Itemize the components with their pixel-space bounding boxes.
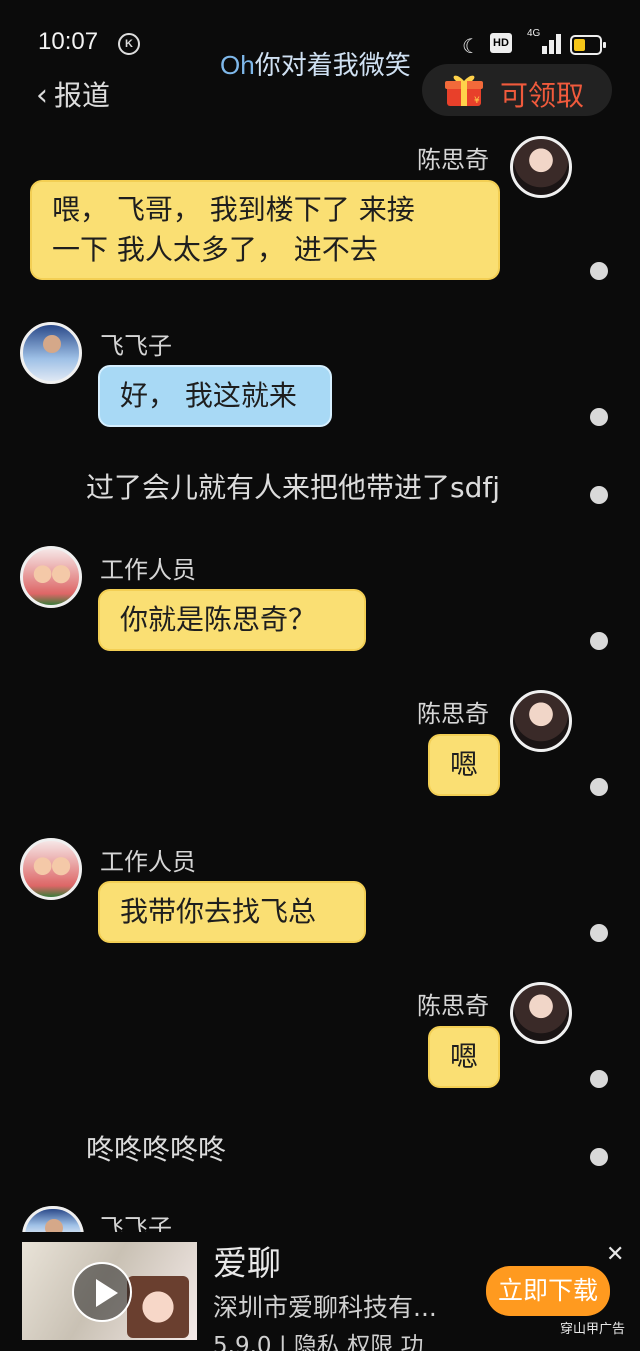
sender-name: 工作人员	[100, 556, 196, 584]
network-type: 4G	[527, 28, 541, 39]
read-status-dot	[590, 486, 608, 504]
avatar[interactable]	[20, 838, 82, 900]
message-bubble[interactable]: 我带你去找飞总	[98, 881, 366, 943]
close-icon[interactable]: ✕	[606, 1242, 624, 1267]
ad-thumbnail[interactable]	[22, 1242, 197, 1340]
download-button[interactable]: 立即下载	[486, 1266, 610, 1316]
read-status-dot	[590, 408, 608, 426]
hd-icon: HD	[490, 33, 512, 53]
chat-title: Oh你对着我微笑	[220, 50, 411, 80]
ad-source-label: 穿山甲广告	[560, 1322, 626, 1337]
back-button[interactable]: ‹ 报道	[36, 74, 110, 114]
message-bubble[interactable]: 好， 我这就来	[98, 365, 332, 427]
sender-name: 陈思奇	[417, 992, 489, 1020]
avatar[interactable]	[20, 546, 82, 608]
back-label: 报道	[54, 79, 111, 112]
chevron-left-icon: ‹	[36, 78, 48, 113]
battery-icon	[570, 35, 606, 55]
read-status-dot	[590, 778, 608, 796]
sender-name: 陈思奇	[417, 146, 489, 174]
sender-name: 工作人员	[100, 848, 196, 876]
ad-meta[interactable]: 5.9.0 | 隐私 权限 功	[213, 1326, 424, 1351]
narration-text: 咚咚咚咚咚	[86, 1133, 227, 1166]
read-status-dot	[590, 632, 608, 650]
message-bubble[interactable]: 嗯	[428, 1026, 500, 1088]
sender-name: 陈思奇	[417, 700, 489, 728]
play-icon[interactable]	[72, 1262, 132, 1322]
narration-text: 过了会儿就有人来把他带进了sdfj	[86, 471, 500, 504]
read-status-dot	[590, 1148, 608, 1166]
read-status-dot	[590, 924, 608, 942]
avatar[interactable]	[510, 982, 572, 1044]
ad-face-image	[127, 1276, 189, 1338]
sender-name: 飞飞子	[100, 332, 172, 360]
svg-text:¥: ¥	[474, 96, 480, 106]
ad-banner[interactable]: 爱聊 深圳市爱聊科技有... 5.9.0 | 隐私 权限 功 立即下载 ✕ 穿山…	[0, 1232, 640, 1351]
clock: 10:07	[38, 28, 99, 55]
k-badge-icon: K	[118, 33, 140, 55]
message-bubble[interactable]: 喂， 飞哥， 我到楼下了 来接 一下 我人太多了， 进不去	[30, 180, 500, 280]
claim-label: 可领取	[500, 79, 585, 112]
message-bubble[interactable]: 嗯	[428, 734, 500, 796]
message-bubble[interactable]: 你就是陈思奇？	[98, 589, 366, 651]
avatar[interactable]	[510, 136, 572, 198]
avatar[interactable]	[510, 690, 572, 752]
ad-app-name[interactable]: 爱聊	[213, 1236, 281, 1285]
gift-icon: ¥	[445, 75, 483, 106]
ad-company: 深圳市爱聊科技有...	[213, 1293, 437, 1322]
read-status-dot	[590, 1070, 608, 1088]
avatar[interactable]	[20, 322, 82, 384]
claim-reward-button[interactable]: ¥ 可领取	[422, 64, 612, 116]
do-not-disturb-icon: ☾	[462, 34, 480, 58]
read-status-dot	[590, 262, 608, 280]
